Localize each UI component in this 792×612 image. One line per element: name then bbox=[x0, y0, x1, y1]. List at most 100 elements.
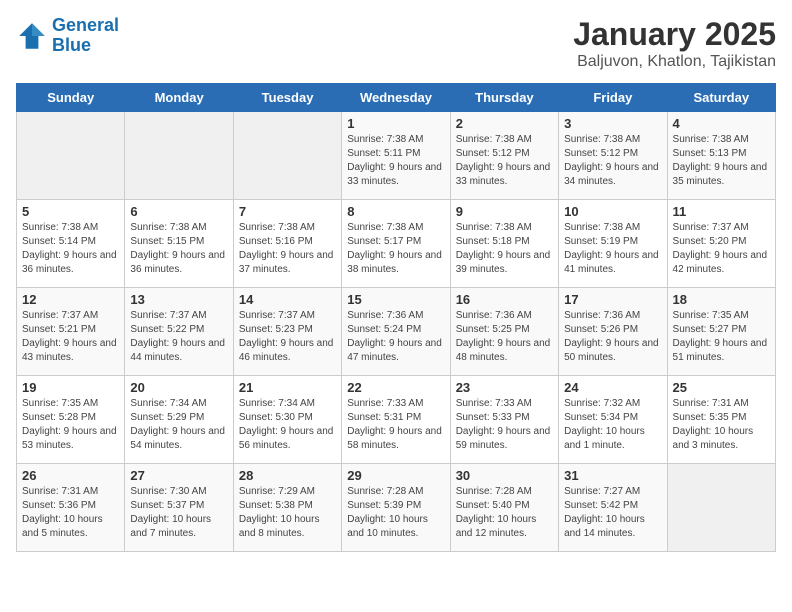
calendar-cell: 30 Sunrise: 7:28 AMSunset: 5:40 PMDaylig… bbox=[450, 464, 558, 552]
calendar-cell: 12 Sunrise: 7:37 AMSunset: 5:21 PMDaylig… bbox=[17, 288, 125, 376]
day-info: Sunrise: 7:38 AMSunset: 5:11 PMDaylight:… bbox=[347, 133, 444, 189]
day-info: Sunrise: 7:38 AMSunset: 5:12 PMDaylight:… bbox=[564, 133, 661, 189]
calendar-cell bbox=[233, 112, 341, 200]
day-number: 31 bbox=[564, 468, 661, 483]
day-number: 20 bbox=[130, 380, 227, 395]
day-number: 11 bbox=[673, 204, 770, 219]
day-number: 7 bbox=[239, 204, 336, 219]
day-number: 16 bbox=[456, 292, 553, 307]
calendar-cell: 1 Sunrise: 7:38 AMSunset: 5:11 PMDayligh… bbox=[342, 112, 450, 200]
day-info: Sunrise: 7:38 AMSunset: 5:16 PMDaylight:… bbox=[239, 221, 336, 277]
day-info: Sunrise: 7:30 AMSunset: 5:37 PMDaylight:… bbox=[130, 485, 227, 541]
calendar-cell: 23 Sunrise: 7:33 AMSunset: 5:33 PMDaylig… bbox=[450, 376, 558, 464]
calendar-table: SundayMondayTuesdayWednesdayThursdayFrid… bbox=[16, 83, 776, 552]
day-info: Sunrise: 7:34 AMSunset: 5:30 PMDaylight:… bbox=[239, 397, 336, 453]
day-info: Sunrise: 7:38 AMSunset: 5:13 PMDaylight:… bbox=[673, 133, 770, 189]
day-number: 18 bbox=[673, 292, 770, 307]
calendar-week-row: 12 Sunrise: 7:37 AMSunset: 5:21 PMDaylig… bbox=[17, 288, 776, 376]
calendar-cell: 5 Sunrise: 7:38 AMSunset: 5:14 PMDayligh… bbox=[17, 200, 125, 288]
day-info: Sunrise: 7:38 AMSunset: 5:17 PMDaylight:… bbox=[347, 221, 444, 277]
calendar-cell: 28 Sunrise: 7:29 AMSunset: 5:38 PMDaylig… bbox=[233, 464, 341, 552]
page-header: General Blue January 2025 Baljuvon, Khat… bbox=[16, 16, 776, 71]
calendar-cell: 29 Sunrise: 7:28 AMSunset: 5:39 PMDaylig… bbox=[342, 464, 450, 552]
calendar-cell: 18 Sunrise: 7:35 AMSunset: 5:27 PMDaylig… bbox=[667, 288, 775, 376]
day-number: 15 bbox=[347, 292, 444, 307]
calendar-cell: 6 Sunrise: 7:38 AMSunset: 5:15 PMDayligh… bbox=[125, 200, 233, 288]
day-number: 13 bbox=[130, 292, 227, 307]
day-info: Sunrise: 7:27 AMSunset: 5:42 PMDaylight:… bbox=[564, 485, 661, 541]
weekday-header: Thursday bbox=[450, 84, 558, 112]
weekday-header: Wednesday bbox=[342, 84, 450, 112]
day-info: Sunrise: 7:33 AMSunset: 5:31 PMDaylight:… bbox=[347, 397, 444, 453]
day-number: 6 bbox=[130, 204, 227, 219]
day-number: 24 bbox=[564, 380, 661, 395]
calendar-cell: 10 Sunrise: 7:38 AMSunset: 5:19 PMDaylig… bbox=[559, 200, 667, 288]
calendar-title: January 2025 bbox=[573, 16, 776, 53]
weekday-header-row: SundayMondayTuesdayWednesdayThursdayFrid… bbox=[17, 84, 776, 112]
day-info: Sunrise: 7:37 AMSunset: 5:23 PMDaylight:… bbox=[239, 309, 336, 365]
weekday-header: Monday bbox=[125, 84, 233, 112]
day-info: Sunrise: 7:35 AMSunset: 5:27 PMDaylight:… bbox=[673, 309, 770, 365]
calendar-cell bbox=[667, 464, 775, 552]
day-info: Sunrise: 7:31 AMSunset: 5:35 PMDaylight:… bbox=[673, 397, 770, 453]
calendar-week-row: 26 Sunrise: 7:31 AMSunset: 5:36 PMDaylig… bbox=[17, 464, 776, 552]
day-info: Sunrise: 7:34 AMSunset: 5:29 PMDaylight:… bbox=[130, 397, 227, 453]
calendar-cell: 13 Sunrise: 7:37 AMSunset: 5:22 PMDaylig… bbox=[125, 288, 233, 376]
day-number: 4 bbox=[673, 116, 770, 131]
calendar-cell: 15 Sunrise: 7:36 AMSunset: 5:24 PMDaylig… bbox=[342, 288, 450, 376]
day-number: 9 bbox=[456, 204, 553, 219]
calendar-cell: 9 Sunrise: 7:38 AMSunset: 5:18 PMDayligh… bbox=[450, 200, 558, 288]
day-number: 5 bbox=[22, 204, 119, 219]
day-info: Sunrise: 7:38 AMSunset: 5:14 PMDaylight:… bbox=[22, 221, 119, 277]
day-number: 10 bbox=[564, 204, 661, 219]
day-info: Sunrise: 7:38 AMSunset: 5:18 PMDaylight:… bbox=[456, 221, 553, 277]
calendar-cell: 31 Sunrise: 7:27 AMSunset: 5:42 PMDaylig… bbox=[559, 464, 667, 552]
day-number: 17 bbox=[564, 292, 661, 307]
day-info: Sunrise: 7:36 AMSunset: 5:24 PMDaylight:… bbox=[347, 309, 444, 365]
calendar-subtitle: Baljuvon, Khatlon, Tajikistan bbox=[573, 53, 776, 71]
day-number: 22 bbox=[347, 380, 444, 395]
day-number: 29 bbox=[347, 468, 444, 483]
day-info: Sunrise: 7:37 AMSunset: 5:21 PMDaylight:… bbox=[22, 309, 119, 365]
logo-icon bbox=[16, 20, 48, 52]
calendar-cell: 3 Sunrise: 7:38 AMSunset: 5:12 PMDayligh… bbox=[559, 112, 667, 200]
weekday-header: Friday bbox=[559, 84, 667, 112]
day-info: Sunrise: 7:32 AMSunset: 5:34 PMDaylight:… bbox=[564, 397, 661, 453]
day-number: 27 bbox=[130, 468, 227, 483]
calendar-cell: 19 Sunrise: 7:35 AMSunset: 5:28 PMDaylig… bbox=[17, 376, 125, 464]
calendar-cell: 26 Sunrise: 7:31 AMSunset: 5:36 PMDaylig… bbox=[17, 464, 125, 552]
calendar-week-row: 1 Sunrise: 7:38 AMSunset: 5:11 PMDayligh… bbox=[17, 112, 776, 200]
day-number: 8 bbox=[347, 204, 444, 219]
weekday-header: Sunday bbox=[17, 84, 125, 112]
day-number: 2 bbox=[456, 116, 553, 131]
day-info: Sunrise: 7:37 AMSunset: 5:22 PMDaylight:… bbox=[130, 309, 227, 365]
calendar-cell: 4 Sunrise: 7:38 AMSunset: 5:13 PMDayligh… bbox=[667, 112, 775, 200]
day-number: 3 bbox=[564, 116, 661, 131]
calendar-cell: 16 Sunrise: 7:36 AMSunset: 5:25 PMDaylig… bbox=[450, 288, 558, 376]
calendar-cell: 2 Sunrise: 7:38 AMSunset: 5:12 PMDayligh… bbox=[450, 112, 558, 200]
day-info: Sunrise: 7:33 AMSunset: 5:33 PMDaylight:… bbox=[456, 397, 553, 453]
calendar-cell: 21 Sunrise: 7:34 AMSunset: 5:30 PMDaylig… bbox=[233, 376, 341, 464]
calendar-cell: 25 Sunrise: 7:31 AMSunset: 5:35 PMDaylig… bbox=[667, 376, 775, 464]
day-info: Sunrise: 7:31 AMSunset: 5:36 PMDaylight:… bbox=[22, 485, 119, 541]
weekday-header: Saturday bbox=[667, 84, 775, 112]
day-number: 21 bbox=[239, 380, 336, 395]
calendar-cell: 8 Sunrise: 7:38 AMSunset: 5:17 PMDayligh… bbox=[342, 200, 450, 288]
day-number: 1 bbox=[347, 116, 444, 131]
calendar-cell: 7 Sunrise: 7:38 AMSunset: 5:16 PMDayligh… bbox=[233, 200, 341, 288]
calendar-cell bbox=[125, 112, 233, 200]
calendar-cell: 24 Sunrise: 7:32 AMSunset: 5:34 PMDaylig… bbox=[559, 376, 667, 464]
day-number: 23 bbox=[456, 380, 553, 395]
day-info: Sunrise: 7:35 AMSunset: 5:28 PMDaylight:… bbox=[22, 397, 119, 453]
calendar-week-row: 19 Sunrise: 7:35 AMSunset: 5:28 PMDaylig… bbox=[17, 376, 776, 464]
day-info: Sunrise: 7:36 AMSunset: 5:25 PMDaylight:… bbox=[456, 309, 553, 365]
day-number: 25 bbox=[673, 380, 770, 395]
day-number: 28 bbox=[239, 468, 336, 483]
day-number: 30 bbox=[456, 468, 553, 483]
weekday-header: Tuesday bbox=[233, 84, 341, 112]
day-number: 12 bbox=[22, 292, 119, 307]
day-info: Sunrise: 7:28 AMSunset: 5:39 PMDaylight:… bbox=[347, 485, 444, 541]
day-info: Sunrise: 7:36 AMSunset: 5:26 PMDaylight:… bbox=[564, 309, 661, 365]
day-number: 26 bbox=[22, 468, 119, 483]
day-info: Sunrise: 7:37 AMSunset: 5:20 PMDaylight:… bbox=[673, 221, 770, 277]
